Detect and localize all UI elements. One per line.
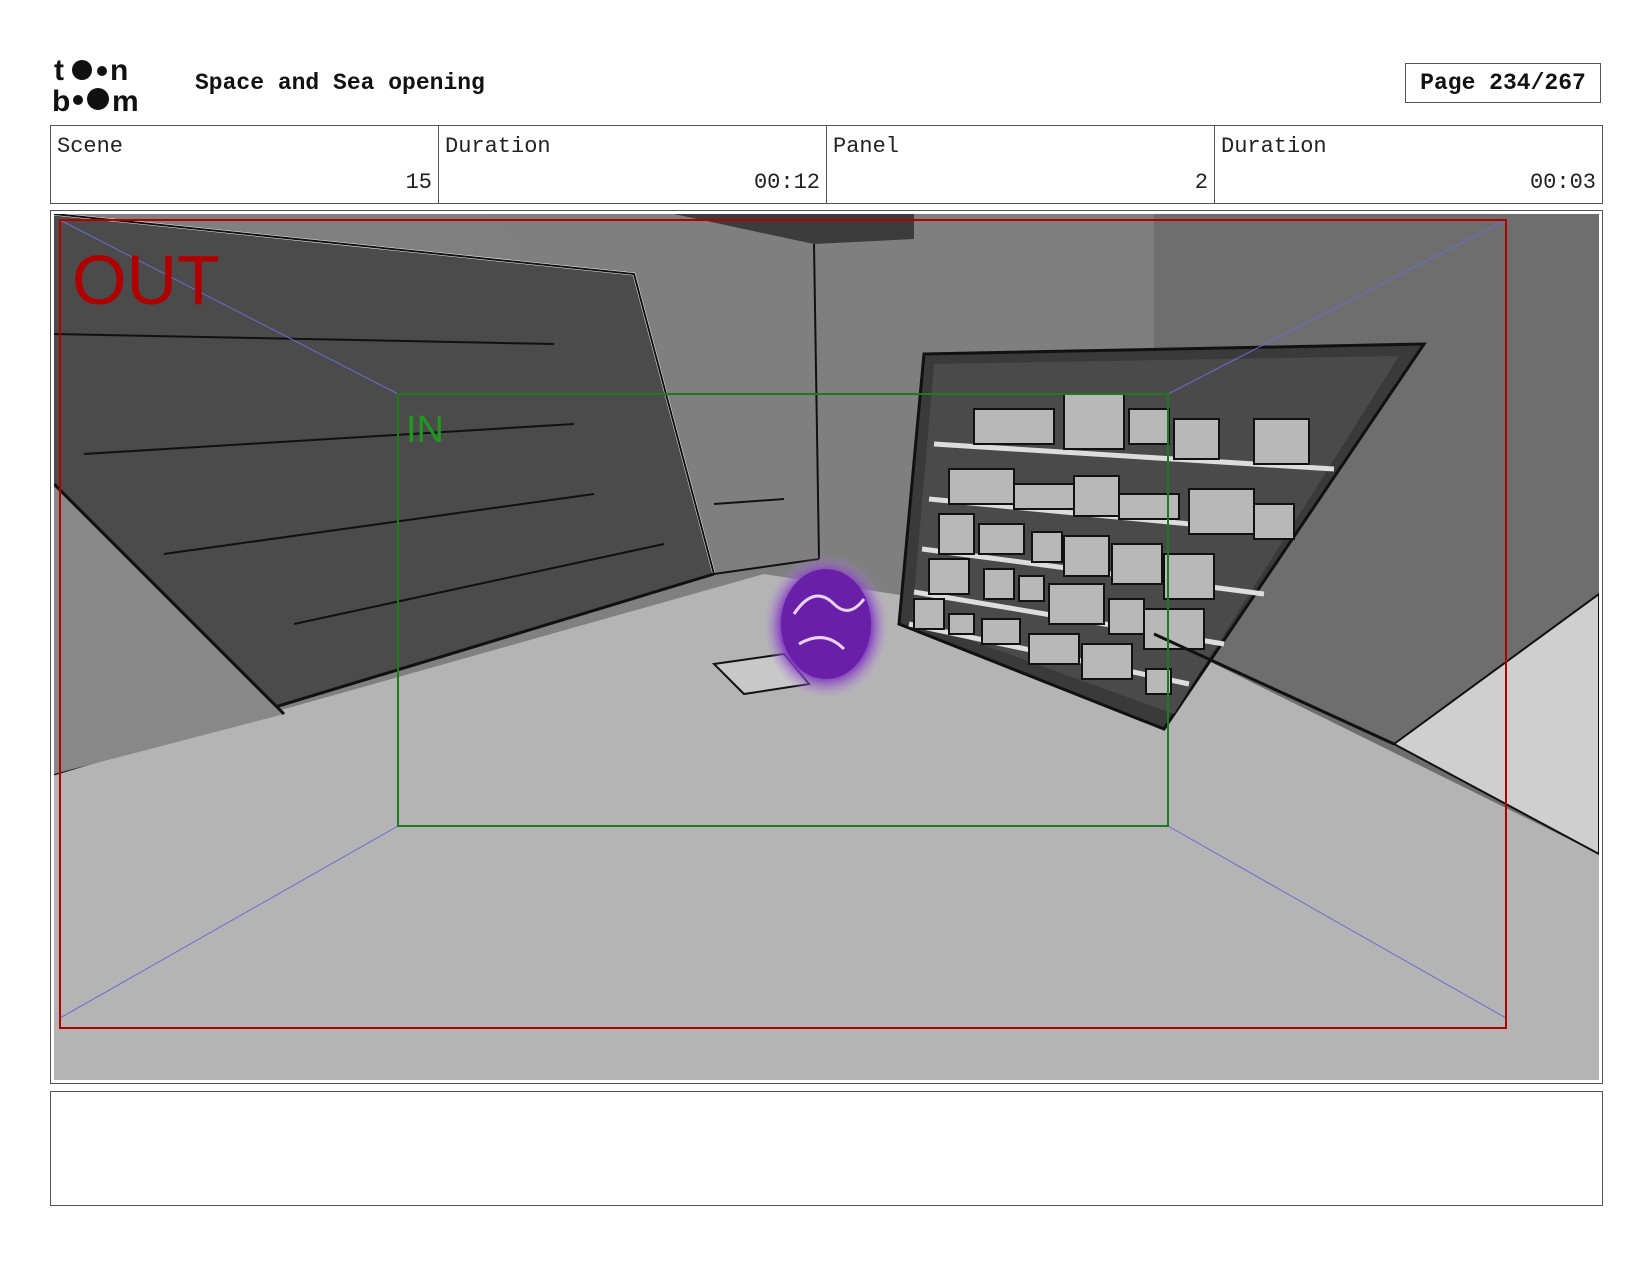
scene-value: 15	[405, 170, 432, 195]
panel-cell: Panel 2	[827, 126, 1215, 203]
panel-label: Panel	[833, 134, 900, 159]
scene-duration-cell: Duration 00:12	[439, 126, 827, 203]
out-frame-label: OUT	[72, 241, 220, 319]
svg-text:n: n	[110, 54, 128, 87]
scene-cell: Scene 15	[51, 126, 439, 203]
scene-duration-label: Duration	[445, 134, 551, 159]
panel-info-row: Scene 15 Duration 00:12 Panel 2 Duration…	[50, 125, 1603, 204]
svg-text:t: t	[54, 54, 64, 87]
storyboard-panel-drawing: OUT IN	[54, 214, 1599, 1080]
panel-notes-box[interactable]	[50, 1091, 1603, 1206]
panel-duration-value: 00:03	[1529, 170, 1596, 195]
in-frame-label: IN	[406, 409, 444, 451]
project-title: Space and Sea opening	[195, 70, 485, 96]
toon-boom-logo: t n b m	[52, 54, 139, 114]
scene-duration-value: 00:12	[753, 170, 820, 195]
svg-text:b: b	[52, 85, 70, 114]
page-number: Page 234/267	[1405, 63, 1601, 103]
scene-label: Scene	[57, 134, 124, 159]
panel-duration-label: Duration	[1221, 134, 1327, 159]
panel-value: 2	[1194, 170, 1208, 195]
svg-text:m: m	[112, 85, 139, 114]
panel-duration-cell: Duration 00:03	[1215, 126, 1602, 203]
